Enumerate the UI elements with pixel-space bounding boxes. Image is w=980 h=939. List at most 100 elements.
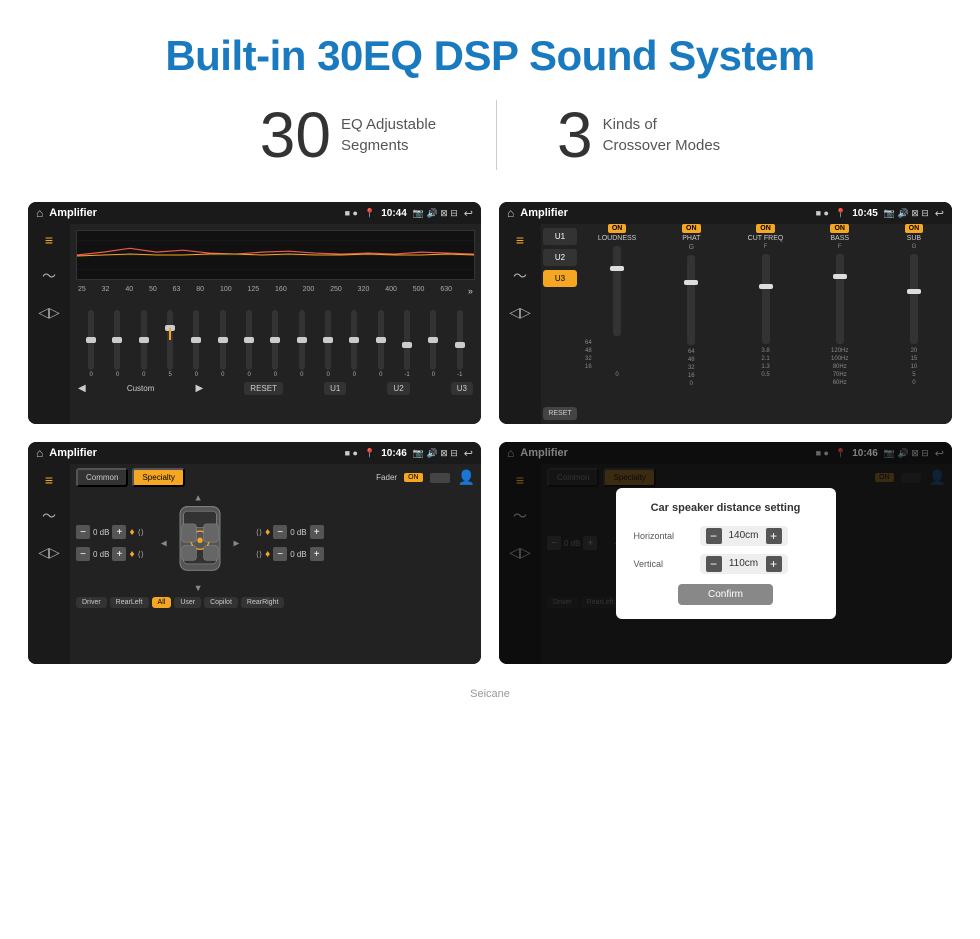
dialog-horizontal-row: Horizontal − 140cm +: [634, 526, 818, 546]
loudness-col: ON LOUDNESS 64 48 32 16: [583, 224, 651, 424]
fl-minus-btn[interactable]: −: [76, 525, 90, 539]
rr-plus-btn[interactable]: +: [310, 547, 324, 561]
rearleft-btn[interactable]: RearLeft: [110, 597, 149, 608]
fader-slider[interactable]: [430, 473, 450, 483]
u1-btn[interactable]: U1: [324, 382, 346, 395]
screen-eq: ⌂ Amplifier ■ ● 📍 10:44 📷 🔊 ⊠ ⊟ ↩ ≡ 〜 ◁▷: [28, 202, 481, 424]
u3-btn[interactable]: U3: [451, 382, 473, 395]
watermark: Seicane: [470, 684, 510, 708]
media-icons-1: 📷 🔊 ⊠ ⊟: [413, 208, 458, 219]
bass-on[interactable]: ON: [830, 224, 849, 233]
phat-slider[interactable]: [687, 255, 695, 345]
rl-minus-btn[interactable]: −: [76, 547, 90, 561]
preset-u1[interactable]: U1: [543, 228, 577, 245]
phat-on[interactable]: ON: [682, 224, 701, 233]
wave-icon-2[interactable]: 〜: [513, 266, 527, 286]
fr-minus-btn[interactable]: −: [273, 525, 287, 539]
reset-btn-1[interactable]: RESET: [244, 382, 283, 395]
speaker-icon-1[interactable]: ◁▷: [38, 304, 60, 321]
screen1-content: ≡ 〜 ◁▷: [28, 224, 481, 424]
preset-u3[interactable]: U3: [543, 270, 577, 287]
screens-grid: ⌂ Amplifier ■ ● 📍 10:44 📷 🔊 ⊠ ⊟ ↩ ≡ 〜 ◁▷: [0, 202, 980, 684]
stat-eq-desc: EQ Adjustable Segments: [341, 114, 436, 156]
u2-btn[interactable]: U2: [387, 382, 409, 395]
eq-icon-1[interactable]: ≡: [45, 232, 53, 248]
dialog-vertical-row: Vertical − 110cm +: [634, 554, 818, 574]
rl-arrows: ⟨⟩: [138, 550, 144, 559]
sub-on[interactable]: ON: [905, 224, 924, 233]
cutfreq-slider[interactable]: [762, 254, 770, 344]
sub-slider[interactable]: [910, 254, 918, 344]
eq-icon-2[interactable]: ≡: [516, 232, 524, 248]
fr-plus-btn[interactable]: +: [310, 525, 324, 539]
app-name-1: Amplifier: [49, 207, 338, 219]
horizontal-value: 140cm: [726, 530, 762, 541]
home-icon-1[interactable]: ⌂: [36, 206, 43, 220]
mode-label: Custom: [127, 384, 155, 393]
eq-icon-3[interactable]: ≡: [45, 472, 53, 488]
screen-dialog: ⌂ Amplifier ■ ● 📍 10:46 📷 🔊 ⊠ ⊟ ↩ ≡ 〜 ◁▷…: [499, 442, 952, 664]
eq-slider-4: 0: [183, 310, 209, 378]
vertical-input-group: − 110cm +: [700, 554, 788, 574]
copilot-btn[interactable]: Copilot: [204, 597, 238, 608]
vertical-minus-btn[interactable]: −: [706, 556, 722, 572]
eq-slider-3: 5: [157, 310, 183, 378]
app-name-3: Amplifier: [49, 447, 338, 459]
prev-icon[interactable]: ◀: [78, 383, 86, 394]
user-btn[interactable]: User: [174, 597, 201, 608]
loudness-slider[interactable]: [613, 246, 621, 336]
fr-speaker-icon: ♦: [265, 527, 270, 538]
stat-eq: 30 EQ Adjustable Segments: [200, 103, 496, 167]
fl-plus-btn[interactable]: +: [112, 525, 126, 539]
eq-slider-10: 0: [341, 310, 367, 378]
car-diagram: ▲ ◀ ▶ ▼: [150, 493, 250, 593]
back-icon-3[interactable]: ↩: [464, 447, 473, 460]
horizontal-minus-btn[interactable]: −: [706, 528, 722, 544]
speaker-icon-3[interactable]: ◁▷: [38, 544, 60, 561]
eq-bottom-bar: ◀ Custom ▶ RESET U1 U2 U3: [76, 382, 475, 395]
fader-on-badge[interactable]: ON: [404, 473, 423, 482]
eq-freq-labels: 2532405063 80100125160200 25032040050063…: [76, 286, 475, 296]
eq-slider-2: 0: [131, 310, 157, 378]
eq-graph: [76, 230, 475, 280]
loudness-on[interactable]: ON: [608, 224, 627, 233]
back-icon-2[interactable]: ↩: [935, 207, 944, 220]
driver-btn[interactable]: Driver: [76, 597, 107, 608]
svg-text:▼: ▼: [194, 583, 203, 593]
location-icon-1: 📍: [364, 208, 375, 219]
next-icon[interactable]: ▶: [195, 383, 203, 394]
media-icons-3: 📷 🔊 ⊠ ⊟: [413, 448, 458, 459]
dialog-box: Car speaker distance setting Horizontal …: [616, 488, 836, 619]
cutfreq-on[interactable]: ON: [756, 224, 775, 233]
all-btn[interactable]: All: [152, 597, 172, 608]
dialog-overlay: Car speaker distance setting Horizontal …: [499, 442, 952, 664]
bass-slider[interactable]: [836, 254, 844, 344]
horizontal-plus-btn[interactable]: +: [766, 528, 782, 544]
confirm-button[interactable]: Confirm: [678, 584, 773, 605]
eq-slider-0: 0: [78, 310, 104, 378]
eq-slider-1: 0: [104, 310, 130, 378]
status-icons-1: ■ ●: [345, 208, 358, 218]
wave-icon-3[interactable]: 〜: [42, 506, 56, 526]
back-icon-1[interactable]: ↩: [464, 207, 473, 220]
rr-minus-btn[interactable]: −: [273, 547, 287, 561]
phat-col: ON PHAT G 6448 3216 0: [657, 224, 725, 424]
reset-btn-2[interactable]: RESET: [543, 407, 577, 420]
wave-icon-1[interactable]: 〜: [42, 266, 56, 286]
preset-u2[interactable]: U2: [543, 249, 577, 266]
tab-specialty-3[interactable]: Specialty: [132, 468, 184, 487]
fl-db-val: 0 dB: [93, 528, 109, 537]
eq-slider-12: -1: [394, 310, 420, 378]
eq-slider-13: 0: [420, 310, 446, 378]
amp-main: Common Specialty Fader ON 👤 − 0 dB +: [70, 464, 481, 664]
rl-plus-btn[interactable]: +: [112, 547, 126, 561]
horizontal-label: Horizontal: [634, 531, 694, 541]
home-icon-3[interactable]: ⌂: [36, 446, 43, 460]
home-icon-2[interactable]: ⌂: [507, 206, 514, 220]
stat-crossover-number: 3: [557, 103, 593, 167]
rearright-btn[interactable]: RearRight: [241, 597, 285, 608]
eq-sliders: 0 0 0: [76, 298, 475, 378]
vertical-plus-btn[interactable]: +: [766, 556, 782, 572]
speaker-icon-2[interactable]: ◁▷: [509, 304, 531, 321]
tab-common-3[interactable]: Common: [76, 468, 128, 487]
